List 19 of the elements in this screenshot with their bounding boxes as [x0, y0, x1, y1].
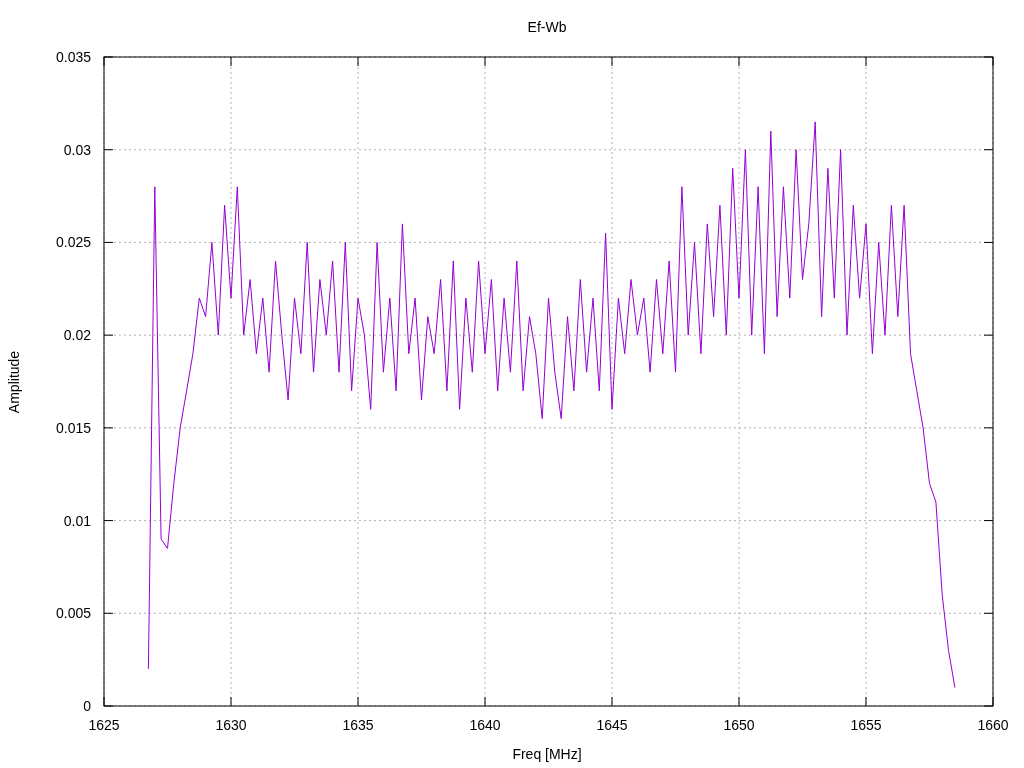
- tick-label: 0.015: [55, 419, 91, 436]
- tick-label: 1650: [723, 717, 755, 733]
- tick-label: 1660: [977, 717, 1009, 733]
- tick-label: 1625: [88, 717, 120, 733]
- chart-title: Ef-Wb: [527, 19, 567, 35]
- tick-label: 0.02: [63, 327, 91, 344]
- tick-label: 1630: [215, 717, 247, 733]
- tick-label: 1635: [342, 717, 374, 733]
- tick-label: 1655: [850, 717, 882, 733]
- tick-label: 0.035: [55, 49, 91, 65]
- tick-label: 1645: [596, 717, 628, 733]
- axis-label: Amplitude: [6, 350, 22, 414]
- tick-label: 1640: [469, 717, 501, 733]
- tick-label: 0.005: [55, 605, 91, 622]
- tick-label: 0.03: [63, 141, 91, 158]
- tick-label: 0.025: [55, 234, 91, 251]
- tick-label: 0.01: [63, 512, 91, 529]
- axis-label: Freq [MHz]: [512, 746, 582, 762]
- tick-label: 0: [83, 698, 91, 714]
